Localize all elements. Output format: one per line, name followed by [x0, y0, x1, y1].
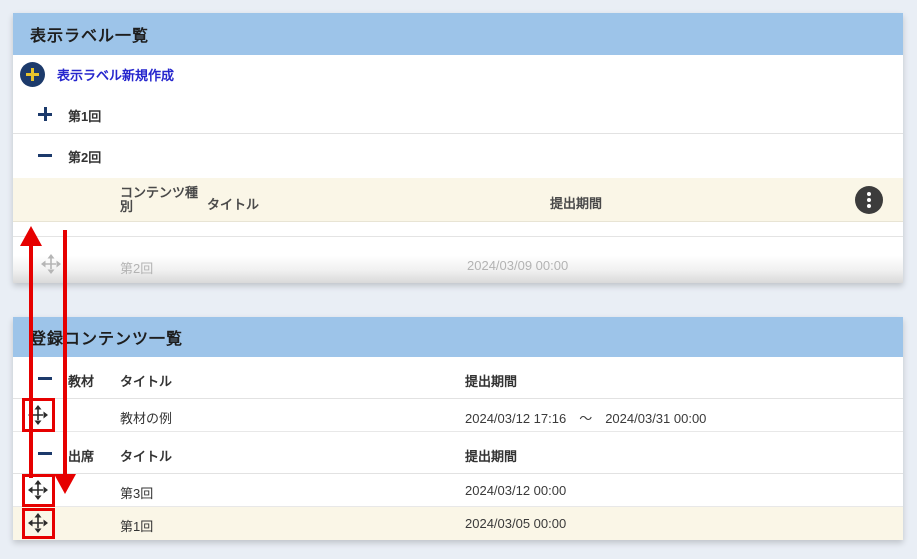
create-label-link[interactable]: 表示ラベル新規作成 — [57, 65, 174, 84]
panel-title: 表示ラベル一覧 — [30, 22, 149, 46]
section-category: 出席 — [68, 446, 94, 465]
kebab-menu-icon[interactable] — [855, 186, 883, 214]
group-label: 第1回 — [68, 106, 101, 125]
content-row: 第3回 2024/03/12 00:00 — [13, 474, 903, 507]
column-header-period: 提出期間 — [465, 446, 517, 465]
section-header-shusseki: 出席 タイトル 提出期間 — [13, 432, 903, 474]
create-label-row: 表示ラベル新規作成 — [13, 55, 903, 93]
move-handle-icon[interactable] — [41, 254, 61, 274]
expand-plus-icon[interactable] — [38, 107, 52, 121]
label-group-row-1: 第1回 — [13, 93, 903, 134]
move-handle-icon[interactable] — [28, 513, 48, 533]
column-header-title: タイトル — [207, 194, 259, 213]
collapse-minus-icon[interactable] — [38, 446, 52, 460]
panel-header: 表示ラベル一覧 — [13, 13, 903, 55]
page: 表示ラベル一覧 表示ラベル新規作成 第1回 第2回 コンテンツ種別 タイトル 提… — [0, 0, 917, 559]
move-handle-icon[interactable] — [28, 405, 48, 425]
drag-ghost-row: 第2回 2024/03/09 00:00 — [13, 237, 903, 283]
column-header-period: 提出期間 — [550, 193, 602, 212]
add-circle-icon[interactable] — [20, 62, 45, 87]
content-title: 第3回 — [120, 483, 153, 502]
column-header-content-type: コンテンツ種別 — [120, 186, 202, 214]
ghost-row-title: 第2回 — [120, 258, 153, 277]
content-row: 教材の例 2024/03/12 17:16 ～ 2024/03/31 00:00 — [13, 399, 903, 432]
move-handle-icon[interactable] — [28, 480, 48, 500]
label-table-header: コンテンツ種別 タイトル 提出期間 — [13, 178, 903, 222]
section-header-kyozai: 教材 タイトル 提出期間 — [13, 357, 903, 399]
column-header-title: タイトル — [120, 446, 172, 465]
content-title: 教材の例 — [120, 408, 172, 427]
panel-header: 登録コンテンツ一覧 — [13, 317, 903, 357]
content-period: 2024/03/12 00:00 — [465, 483, 566, 498]
collapse-minus-icon[interactable] — [38, 371, 52, 385]
empty-drop-row — [13, 222, 903, 237]
group-label: 第2回 — [68, 147, 101, 166]
column-header-title: タイトル — [120, 371, 172, 390]
ghost-row-period: 2024/03/09 00:00 — [467, 258, 568, 273]
registered-content-panel: 登録コンテンツ一覧 教材 タイトル 提出期間 教材の例 2024/03/12 1… — [13, 317, 903, 540]
label-group-row-2: 第2回 — [13, 134, 903, 178]
panel-title: 登録コンテンツ一覧 — [30, 325, 183, 349]
column-header-period: 提出期間 — [465, 371, 517, 390]
content-title: 第1回 — [120, 516, 153, 535]
content-row: 第1回 2024/03/05 00:00 — [13, 507, 903, 540]
section-category: 教材 — [68, 371, 94, 390]
display-label-list-panel: 表示ラベル一覧 表示ラベル新規作成 第1回 第2回 コンテンツ種別 タイトル 提… — [13, 13, 903, 283]
collapse-minus-icon[interactable] — [38, 148, 52, 162]
content-period: 2024/03/12 17:16 ～ 2024/03/31 00:00 — [465, 408, 706, 427]
content-period: 2024/03/05 00:00 — [465, 516, 566, 531]
